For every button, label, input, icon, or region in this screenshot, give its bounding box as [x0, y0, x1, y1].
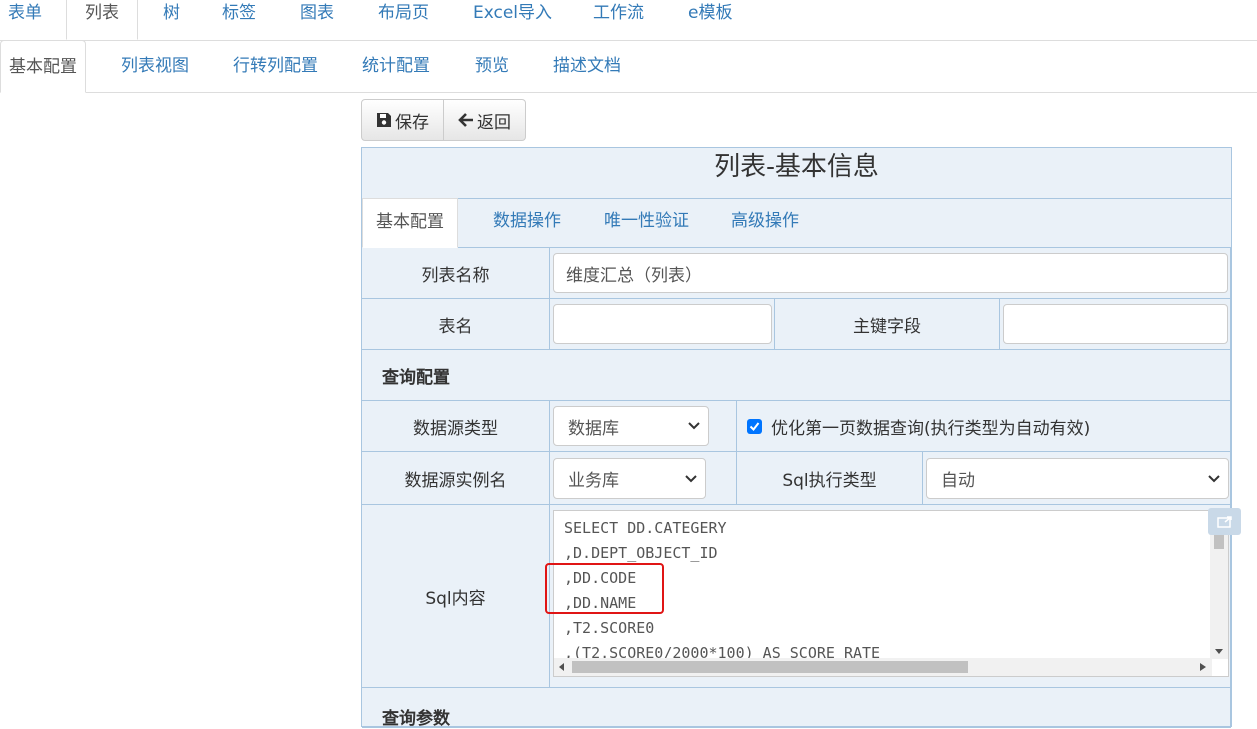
top-nav: 表单 列表 树 标签 图表 布局页 Excel导入 工作流 e模板 — [0, 0, 1257, 41]
table-name-cell — [550, 299, 775, 350]
table-name-input[interactable] — [553, 304, 772, 344]
datasource-type-label: 数据源类型 — [362, 401, 550, 452]
save-button[interactable]: 保存 — [361, 99, 444, 141]
datasource-type-cell: 数据库 — [550, 401, 737, 452]
sql-line: SELECT DD.CATEGERY — [564, 519, 727, 537]
tab-e-template[interactable]: e模板 — [688, 0, 732, 40]
primary-key-cell — [1000, 299, 1231, 350]
panel-tab-data-ops[interactable]: 数据操作 — [493, 198, 561, 247]
subtab-basic-config[interactable]: 基本配置 — [0, 40, 86, 93]
save-label: 保存 — [395, 112, 429, 133]
datasource-instance-select[interactable]: 业务库 — [553, 458, 706, 499]
list-name-input[interactable]: 维度汇总（列表） — [553, 253, 1228, 293]
list-name-label-text: 列表名称 — [421, 265, 490, 286]
primary-key-label: 主键字段 — [775, 299, 1000, 350]
tab-chart[interactable]: 图表 — [300, 0, 334, 40]
sql-exec-type-label-text: Sql执行类型 — [782, 470, 877, 491]
tab-list[interactable]: 列表 — [66, 0, 138, 40]
tab-excel-import[interactable]: Excel导入 — [473, 0, 552, 40]
datasource-instance-label-text: 数据源实例名 — [404, 470, 507, 491]
back-button[interactable]: 返回 — [444, 99, 526, 141]
subtab-row-to-column[interactable]: 行转列配置 — [233, 40, 318, 92]
tab-label[interactable]: 标签 — [222, 0, 256, 40]
scroll-down-icon[interactable] — [1215, 649, 1223, 655]
panel-tab-basic[interactable]: 基本配置 — [362, 198, 458, 248]
tab-layout[interactable]: 布局页 — [378, 0, 429, 40]
primary-key-input[interactable] — [1003, 304, 1228, 344]
tab-form[interactable]: 表单 — [8, 0, 42, 40]
sql-content-label: Sql内容 — [362, 505, 550, 688]
subtab-description[interactable]: 描述文档 — [553, 40, 621, 92]
list-basic-info-panel: 列表-基本信息 基本配置 数据操作 唯一性验证 高级操作 列表名称 维度汇总（列… — [361, 147, 1241, 729]
datasource-type-value: 数据库 — [568, 418, 619, 439]
subtab-preview[interactable]: 预览 — [475, 40, 509, 92]
panel-title: 列表-基本信息 — [362, 148, 1231, 199]
sql-content-cell: SELECT DD.CATEGERY ,D.DEPT_OBJECT_ID ,DD… — [545, 505, 1241, 688]
datasource-instance-label: 数据源实例名 — [362, 452, 550, 505]
subtab-statistics[interactable]: 统计配置 — [362, 40, 430, 92]
panel-tab-advanced[interactable]: 高级操作 — [731, 198, 799, 247]
datasource-type-label-text: 数据源类型 — [413, 418, 498, 439]
list-name-value: 维度汇总（列表） — [566, 265, 702, 286]
sql-line: ,T2.SCORE0 — [564, 619, 655, 637]
optimize-label: 优化第一页数据查询(执行类型为自动有效) — [771, 419, 1091, 439]
datasource-instance-value: 业务库 — [568, 471, 619, 491]
scroll-left-icon[interactable] — [559, 663, 565, 671]
highlight-box — [545, 563, 664, 614]
chevron-down-icon — [1208, 474, 1220, 482]
optimize-cell: 优化第一页数据查询(执行类型为自动有效) — [737, 401, 1231, 452]
tab-workflow[interactable]: 工作流 — [593, 0, 644, 40]
horizontal-scrollbar[interactable] — [554, 658, 1212, 676]
query-params-title: 查询参数 — [382, 709, 450, 729]
sql-exec-type-select[interactable]: 自动 — [926, 458, 1229, 499]
datasource-instance-cell: 业务库 — [550, 452, 737, 505]
sql-exec-type-cell: 自动 — [923, 452, 1231, 505]
back-label: 返回 — [477, 112, 511, 133]
panel-tabs: 基本配置 数据操作 唯一性验证 高级操作 — [362, 198, 1231, 248]
floppy-disk-icon — [377, 113, 391, 127]
sub-nav: 基本配置 列表视图 行转列配置 统计配置 预览 描述文档 — [0, 40, 1257, 93]
sql-line: ,D.DEPT_OBJECT_ID — [564, 544, 718, 562]
fullscreen-button[interactable] — [1208, 508, 1241, 535]
table-name-label: 表名 — [362, 299, 550, 350]
query-config-section: 查询配置 — [362, 350, 1231, 401]
sql-content-label-text: Sql内容 — [425, 588, 486, 609]
primary-key-label-text: 主键字段 — [853, 316, 921, 337]
check-icon — [749, 422, 760, 432]
chevron-down-icon — [685, 474, 697, 482]
toolbar: 保存 返回 — [361, 99, 526, 141]
query-params-section: 查询参数 — [362, 688, 1231, 729]
list-name-cell: 维度汇总（列表） — [550, 248, 1231, 299]
datasource-type-select[interactable]: 数据库 — [553, 406, 709, 446]
list-name-label: 列表名称 — [362, 248, 550, 299]
arrow-left-icon — [458, 113, 473, 127]
sql-exec-type-label: Sql执行类型 — [737, 452, 923, 505]
panel-tab-uniqueness[interactable]: 唯一性验证 — [604, 198, 689, 247]
tab-tree[interactable]: 树 — [163, 0, 180, 40]
horizontal-scroll-thumb[interactable] — [572, 661, 968, 673]
expand-icon — [1216, 515, 1232, 528]
subtab-list-view[interactable]: 列表视图 — [121, 40, 189, 92]
table-name-label-text: 表名 — [438, 316, 473, 337]
query-config-title: 查询配置 — [382, 367, 450, 388]
scroll-right-icon[interactable] — [1200, 663, 1206, 671]
sql-exec-type-value: 自动 — [941, 471, 975, 491]
chevron-down-icon — [688, 422, 700, 430]
optimize-checkbox[interactable] — [747, 419, 762, 434]
